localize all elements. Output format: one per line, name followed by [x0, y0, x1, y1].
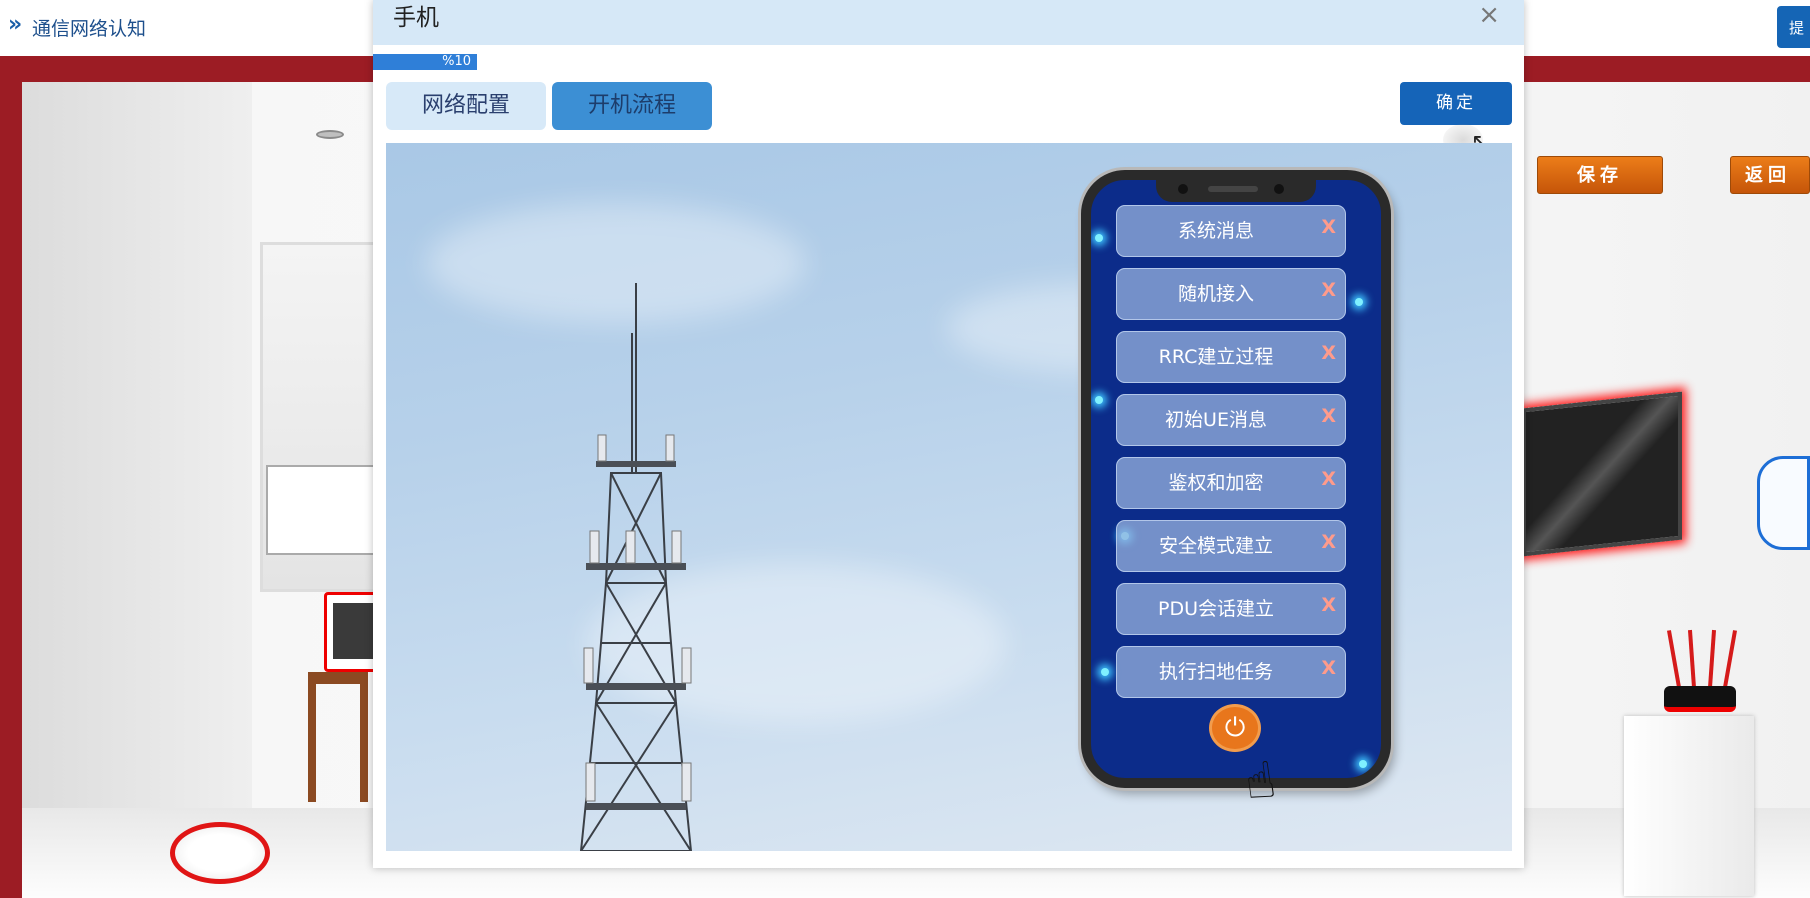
- list-item[interactable]: 随机接入 X: [1116, 268, 1346, 320]
- remove-icon[interactable]: X: [1321, 406, 1336, 426]
- remove-icon[interactable]: X: [1321, 217, 1336, 237]
- list-item-label: 系统消息: [1177, 220, 1254, 242]
- remove-icon[interactable]: X: [1321, 280, 1336, 300]
- list-item[interactable]: RRC建立过程 X: [1116, 331, 1346, 383]
- side-table: [308, 672, 368, 802]
- router-device[interactable]: [1664, 686, 1736, 712]
- tab-network-config[interactable]: 网络配置: [386, 82, 546, 130]
- modal-header: 手机 ×: [373, 0, 1524, 45]
- list-item[interactable]: 初始UE消息 X: [1116, 394, 1346, 446]
- smart-tv-device[interactable]: [1522, 391, 1682, 557]
- list-item-label: PDU会话建立: [1158, 598, 1274, 620]
- remove-icon[interactable]: X: [1321, 595, 1336, 615]
- router-antenna: [1707, 629, 1717, 689]
- window: [260, 242, 380, 592]
- router-antenna: [1722, 630, 1738, 688]
- table-leg: [308, 684, 316, 802]
- list-item-label: 初始UE消息: [1165, 409, 1267, 431]
- list-item[interactable]: PDU会话建立 X: [1116, 583, 1346, 635]
- breadcrumb-title[interactable]: 通信网络认知: [32, 14, 146, 41]
- top-right-button[interactable]: 提: [1777, 6, 1810, 48]
- side-wall: [22, 82, 252, 898]
- list-item-label: 随机接入: [1177, 283, 1254, 305]
- cell-tower-illustration: [579, 283, 693, 851]
- glow-dot: [1355, 298, 1363, 306]
- remove-icon[interactable]: X: [1321, 343, 1336, 363]
- power-button-icon[interactable]: ⏻: [1209, 704, 1261, 752]
- glow-dot: [1359, 760, 1367, 768]
- speaker-grille: [1208, 186, 1258, 192]
- modal-title: 手机: [393, 5, 439, 31]
- progress-text: %10: [442, 54, 471, 69]
- progress-bar: %10: [373, 54, 477, 70]
- list-item-label: 鉴权和加密: [1168, 472, 1264, 494]
- list-item-label: 执行扫地任务: [1158, 661, 1273, 683]
- back-button[interactable]: 返回: [1730, 156, 1810, 194]
- laptop-screen: [333, 603, 373, 659]
- robot-vacuum-device[interactable]: [170, 822, 270, 884]
- window-pane: [266, 465, 376, 555]
- phone-device: 系统消息 X 随机接入 X RRC建立过程 X 初始UE消息 X 鉴权和加密 X…: [1081, 170, 1391, 788]
- front-camera: [1178, 184, 1188, 194]
- list-item-label: 安全模式建立: [1158, 535, 1273, 557]
- confirm-button[interactable]: 确定: [1400, 82, 1512, 125]
- phone-notch: [1156, 180, 1316, 202]
- list-item[interactable]: 系统消息 X: [1116, 205, 1346, 257]
- router-antenna: [1687, 629, 1697, 689]
- front-camera: [1274, 184, 1284, 194]
- list-item[interactable]: 安全模式建立 X: [1116, 520, 1346, 572]
- list-item[interactable]: 鉴权和加密 X: [1116, 457, 1346, 509]
- list-item-label: RRC建立过程: [1158, 346, 1274, 368]
- ceiling-lamp: [316, 130, 344, 139]
- double-chevron-right-icon[interactable]: »: [8, 12, 22, 37]
- remove-icon[interactable]: X: [1321, 658, 1336, 678]
- glow-dot: [1095, 396, 1103, 404]
- tab-boot-flow[interactable]: 开机流程: [552, 82, 712, 130]
- remove-icon[interactable]: X: [1321, 469, 1336, 489]
- close-icon[interactable]: ×: [1478, 2, 1500, 28]
- glow-dot: [1095, 234, 1103, 242]
- base-station-device[interactable]: [1757, 456, 1810, 550]
- pedestal: [1624, 716, 1754, 896]
- remove-icon[interactable]: X: [1321, 532, 1336, 552]
- table-leg: [360, 684, 368, 802]
- router-antenna: [1666, 630, 1682, 688]
- list-item[interactable]: 执行扫地任务 X: [1116, 646, 1346, 698]
- save-button[interactable]: 保存: [1537, 156, 1663, 194]
- glow-dot: [1101, 668, 1109, 676]
